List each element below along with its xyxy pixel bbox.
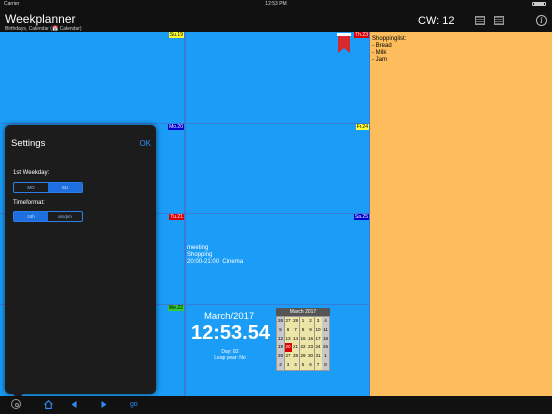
bookmark-icon[interactable] bbox=[337, 33, 351, 54]
settings-popover: Settings OK 1st Weekday: MO SU Timeforma… bbox=[5, 125, 156, 394]
mini-calendar-day[interactable]: 8 bbox=[299, 325, 307, 335]
mini-calendar-day[interactable]: 7 bbox=[314, 360, 322, 370]
mini-calendar-day[interactable]: 29 bbox=[299, 352, 307, 361]
timeformat-label: Timeformat: bbox=[13, 200, 45, 206]
mini-calendar-day[interactable]: 11 bbox=[322, 325, 329, 335]
weekday-option-su[interactable]: SU bbox=[48, 183, 82, 192]
mini-calendar-day[interactable]: 13 bbox=[284, 334, 292, 344]
prev-icon[interactable] bbox=[71, 401, 77, 408]
app-title: Weekplanner bbox=[5, 12, 76, 26]
day-badge: Sa.25 bbox=[353, 214, 369, 220]
timeformat-option-24h[interactable]: 24h bbox=[14, 212, 48, 221]
mini-calendar-day[interactable]: 10 bbox=[314, 325, 322, 335]
mini-calendar-day[interactable]: 7 bbox=[292, 325, 299, 335]
battery-icon bbox=[532, 2, 546, 6]
mini-calendar-day[interactable]: 9 bbox=[307, 325, 314, 335]
ok-button[interactable]: OK bbox=[139, 138, 151, 149]
mini-calendar-day[interactable]: 23 bbox=[307, 343, 314, 353]
clock-time: 12:53.54 bbox=[191, 322, 270, 344]
mini-calendar-day[interactable]: 6 bbox=[284, 325, 292, 335]
day-badge: Fr.24 bbox=[355, 124, 369, 130]
mini-calendar-day[interactable]: 26 bbox=[277, 317, 284, 326]
go-button[interactable]: go bbox=[130, 400, 138, 410]
day-badge: We.22 bbox=[167, 305, 184, 311]
day-cell-friday[interactable]: Fr.24 bbox=[186, 124, 369, 213]
mini-calendar-day[interactable]: 22 bbox=[299, 343, 307, 353]
mini-calendar-day[interactable]: 18 bbox=[322, 334, 329, 344]
notes-text: Shoppinglist: - Bread - Milk - Jam bbox=[372, 36, 407, 63]
mini-calendar-day[interactable]: 31 bbox=[314, 352, 322, 361]
weekday-option-mo[interactable]: MO bbox=[14, 183, 48, 192]
mini-calendar-day[interactable]: 20 bbox=[284, 343, 292, 353]
bottom-toolbar: go bbox=[0, 396, 552, 414]
mini-calendar-day[interactable]: 3 bbox=[314, 317, 322, 326]
status-bar: Carrier 12:53 PM bbox=[0, 0, 552, 8]
timeformat-option-ampm[interactable]: am/pm bbox=[48, 212, 82, 221]
first-weekday-label: 1st Weekday: bbox=[13, 170, 50, 176]
day-badge: Su.19 bbox=[168, 32, 184, 38]
mini-calendar-day[interactable]: 21 bbox=[292, 343, 299, 353]
mini-calendar-day[interactable]: 15 bbox=[299, 334, 307, 344]
day-badge: Th.23 bbox=[354, 32, 369, 38]
first-weekday-segmented[interactable]: MO SU bbox=[13, 182, 83, 193]
day-badge: Tu.21 bbox=[169, 214, 184, 220]
mini-calendar-day[interactable]: 19 bbox=[277, 343, 284, 353]
calendar-week-label: CW: 12 bbox=[418, 15, 455, 27]
mini-calendar-day[interactable]: 28 bbox=[292, 352, 299, 361]
mini-calendar-day[interactable]: 27 bbox=[284, 352, 292, 361]
mini-calendar-day[interactable]: 8 bbox=[322, 360, 329, 370]
mini-calendar-day[interactable]: 27 bbox=[284, 317, 292, 326]
day-badge: Mo.20 bbox=[168, 124, 184, 130]
mini-calendar-day[interactable]: 4 bbox=[322, 317, 329, 326]
mini-calendar-day[interactable]: 14 bbox=[292, 334, 299, 344]
mini-calendar-day[interactable]: 5 bbox=[277, 325, 284, 335]
mini-calendar-day[interactable]: 6 bbox=[307, 360, 314, 370]
mini-calendar[interactable]: March 2017 26 27 28 1 2 3 4 5 6 7 8 9 10 11 12 13 14 15 16… bbox=[276, 308, 330, 371]
mini-calendar-day[interactable]: 1 bbox=[299, 317, 307, 326]
mini-calendar-day[interactable]: 4 bbox=[292, 360, 299, 370]
calendar-grid-icon[interactable] bbox=[494, 16, 504, 25]
mini-calendar-day[interactable]: 12 bbox=[277, 334, 284, 344]
day-cell-sunday[interactable]: Su.19 bbox=[0, 32, 184, 123]
leap-year: Leap year: No bbox=[214, 355, 246, 361]
day-info: Day: 82 Leap year: No bbox=[186, 349, 274, 361]
settings-icon[interactable] bbox=[11, 399, 21, 409]
mini-calendar-day[interactable]: 3 bbox=[284, 360, 292, 370]
timeformat-segmented[interactable]: 24h am/pm bbox=[13, 211, 83, 222]
mini-calendar-title: March 2017 bbox=[276, 308, 330, 316]
mini-calendar-day[interactable]: 28 bbox=[292, 317, 299, 326]
mini-calendar-day[interactable]: 30 bbox=[307, 352, 314, 361]
mini-calendar-day[interactable]: 25 bbox=[322, 343, 329, 353]
mini-calendar-day[interactable]: 1 bbox=[322, 352, 329, 361]
calendar-list-icon[interactable] bbox=[475, 16, 485, 25]
mini-calendar-day[interactable]: 24 bbox=[314, 343, 322, 353]
mini-calendar-day[interactable]: 16 bbox=[307, 334, 314, 344]
day-cell-saturday[interactable]: Sa.25 meeting Shopping 20:00-21:00 Cinem… bbox=[186, 214, 369, 304]
mini-calendar-day[interactable]: 2 bbox=[277, 360, 284, 370]
mini-calendar-grid: 26 27 28 1 2 3 4 5 6 7 8 9 10 11 12 13 14 15 16 17 18 19 20 21 2… bbox=[277, 317, 329, 370]
mini-calendar-day[interactable]: 2 bbox=[307, 317, 314, 326]
header: Weekplanner Birthdays, Calendar (📅 Calen… bbox=[0, 8, 552, 32]
month-label: March/2017 bbox=[204, 311, 255, 322]
mini-calendar-day[interactable]: 5 bbox=[299, 360, 307, 370]
notes-panel[interactable]: Shoppinglist: - Bread - Milk - Jam bbox=[370, 32, 552, 396]
settings-title: Settings bbox=[11, 138, 46, 149]
day-entries: meeting Shopping 20:00-21:00 Cinema bbox=[187, 245, 244, 265]
mini-calendar-day[interactable]: 17 bbox=[314, 334, 322, 344]
home-icon[interactable] bbox=[44, 400, 53, 409]
info-icon[interactable]: i bbox=[536, 15, 547, 26]
mini-calendar-day[interactable]: 26 bbox=[277, 352, 284, 361]
status-time: 12:53 PM bbox=[265, 1, 287, 7]
next-icon[interactable] bbox=[101, 401, 107, 408]
